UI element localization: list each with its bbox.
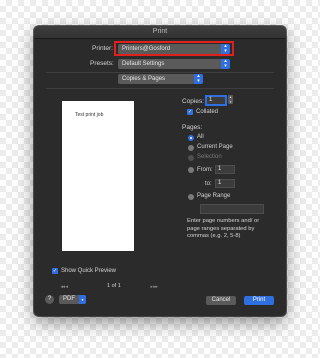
print-button[interactable]: Print <box>244 296 274 305</box>
pages-selection-radio[interactable] <box>188 155 194 161</box>
divider <box>46 88 274 89</box>
preview-text: Test print job <box>75 112 104 118</box>
page-range-field[interactable] <box>200 204 264 214</box>
page-range-hint: Enter page numbers and/ or page ranges s… <box>187 218 260 239</box>
pages-current-radio[interactable] <box>188 145 194 151</box>
pages-all-label: All <box>197 134 204 140</box>
next-page-button[interactable]: ▸ ▸▸ <box>146 284 162 290</box>
chevron-down-icon: ▾ <box>79 295 86 304</box>
pages-all-radio[interactable] <box>188 135 194 141</box>
pages-range-label: Page Range <box>197 193 231 199</box>
pages-current-label: Current Page <box>197 144 233 150</box>
window-title: Print <box>34 26 286 39</box>
collated-checkbox[interactable]: ✓ <box>187 109 193 115</box>
pdf-menu-button[interactable]: PDF ▾ <box>59 295 86 304</box>
presets-label: Presets: <box>90 60 114 67</box>
show-preview-checkbox[interactable]: ✓ <box>52 268 58 274</box>
presets-select[interactable]: Default Settings ▴ ▾ <box>118 59 230 69</box>
page-indicator: 1 of 1 <box>107 283 121 289</box>
pdf-label: PDF <box>63 296 75 302</box>
cancel-button[interactable]: Cancel <box>206 296 236 305</box>
section-value: Copies & Pages <box>122 76 166 82</box>
popup-arrows-icon: ▴ ▾ <box>194 74 203 84</box>
presets-value: Default Settings <box>122 61 165 67</box>
printer-label: Printer: <box>92 45 113 52</box>
pages-label: Pages: <box>182 124 203 131</box>
collated-label: Collated <box>196 109 219 115</box>
pages-range-radio[interactable] <box>188 194 194 200</box>
pages-to-label: to: <box>205 181 212 187</box>
copies-field[interactable]: 1 <box>206 96 226 105</box>
print-dialog: Print Printer: Printers@Gosford ▴ ▾ Prese… <box>34 26 286 316</box>
help-button[interactable]: ? <box>45 295 54 304</box>
printer-highlight-annotation <box>114 41 234 56</box>
popup-arrows-icon: ▴ ▾ <box>221 59 230 69</box>
divider <box>46 72 274 73</box>
page-preview: Test print job <box>62 101 134 251</box>
pages-selection-label: Selection <box>197 154 222 160</box>
pages-from-label: From: <box>197 167 213 173</box>
pages-from-radio[interactable] <box>188 167 194 173</box>
show-preview-label: Show Quick Preview <box>61 268 117 274</box>
copies-label: Copies: <box>182 98 205 105</box>
first-page-button[interactable]: ◂◂ ◂ <box>56 284 72 290</box>
pages-from-field[interactable]: 1 <box>215 165 235 174</box>
section-select[interactable]: Copies & Pages ▴ ▾ <box>118 74 203 84</box>
copies-stepper[interactable]: ▴ ▾ <box>228 95 233 104</box>
pages-to-field[interactable]: 1 <box>215 179 235 188</box>
